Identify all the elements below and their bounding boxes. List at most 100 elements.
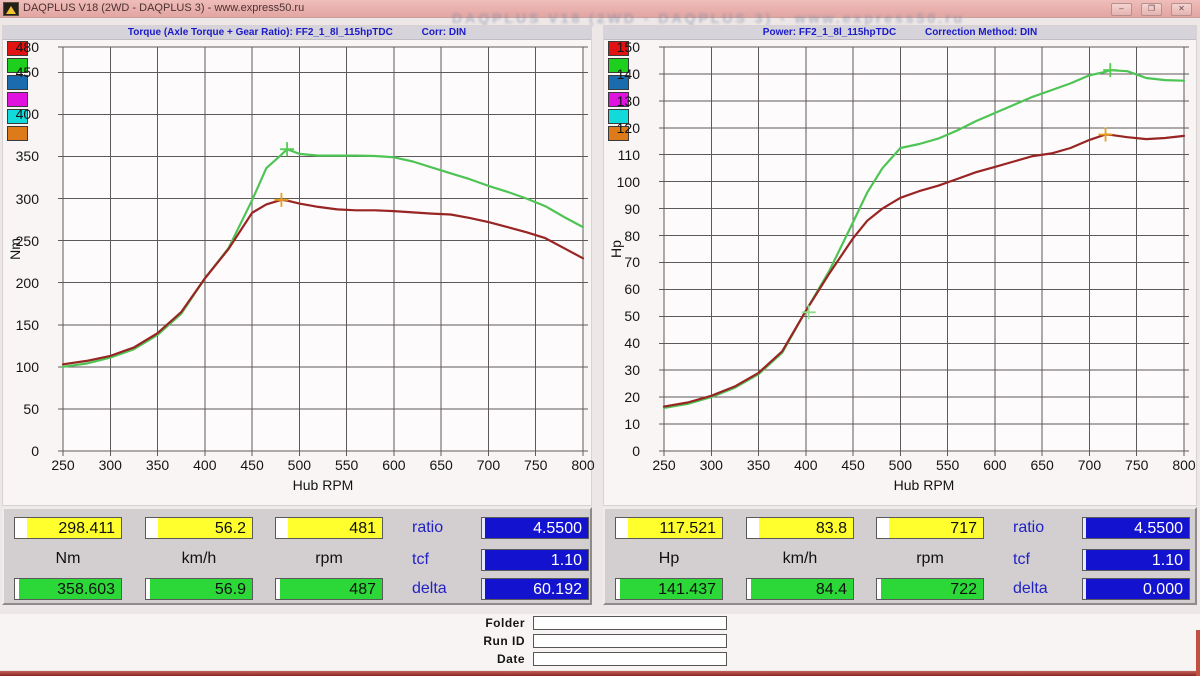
y-tick-label: 150 (604, 39, 654, 55)
x-tick-label: 650 (419, 457, 463, 473)
delta-label: delta (412, 578, 476, 600)
y-tick-label: 110 (604, 147, 654, 163)
y-tick-label: 300 (3, 191, 53, 207)
form-row-folder: Folder (0, 616, 1200, 631)
peak-value-km/h: 56.9 (145, 578, 253, 600)
cursor-value-rpm: 717 (876, 517, 984, 539)
minimize-button[interactable]: – (1111, 3, 1132, 16)
y-tick-label: 150 (3, 317, 53, 333)
power-chart-header: Power: FF2_1_8l_115hpTDC Correction Meth… (604, 26, 1196, 40)
x-tick-label: 800 (1162, 457, 1200, 473)
y-tick-label: 200 (3, 275, 53, 291)
x-tick-label: 700 (1067, 457, 1111, 473)
torque-chart-title: Torque (Axle Torque + Gear Ratio): FF2_1… (128, 27, 393, 38)
power-readout-panel: 117.521 83.8 717 Hp km/h rpm 141.437 84.4 722 rat… (603, 507, 1197, 605)
folder-input[interactable] (533, 616, 727, 630)
window-controls: – ❐ ✕ (1111, 3, 1192, 16)
peak-value-hp: 141.437 (615, 578, 723, 600)
cursor-value-km/h: 56.2 (145, 517, 253, 539)
x-tick-label: 500 (878, 457, 922, 473)
tcf-label: tcf (1013, 549, 1077, 571)
x-tick-label: 600 (973, 457, 1017, 473)
unit-label-hp: Hp (615, 549, 723, 569)
y-tick-label: 40 (604, 335, 654, 351)
x-tick-label: 450 (230, 457, 274, 473)
power-plot[interactable] (658, 41, 1190, 457)
ratio-label: ratio (1013, 517, 1077, 539)
run-id-label: Run ID (430, 634, 525, 648)
torque-chart-header: Torque (Axle Torque + Gear Ratio): FF2_1… (3, 26, 591, 40)
peak-value-rpm: 722 (876, 578, 984, 600)
x-tick-label: 550 (926, 457, 970, 473)
y-tick-label: 30 (604, 362, 654, 378)
cursor-value-km/h: 83.8 (746, 517, 854, 539)
torque-chart-panel: Torque (Axle Torque + Gear Ratio): FF2_1… (2, 25, 592, 506)
delta-value: 0.000 (1082, 578, 1190, 600)
date-input[interactable] (533, 652, 727, 666)
app-window: DAQPLUS V18 (2WD - DAQPLUS 3) - www.expr… (0, 0, 1200, 676)
y-tick-label: 120 (604, 120, 654, 136)
x-tick-label: 300 (88, 457, 132, 473)
restore-button[interactable]: ❐ (1141, 3, 1162, 16)
cursor-value-rpm: 481 (275, 517, 383, 539)
x-tick-label: 400 (183, 457, 227, 473)
delta-value: 60.192 (481, 578, 589, 600)
peak-value-km/h: 84.4 (746, 578, 854, 600)
folder-label: Folder (430, 616, 525, 630)
cursor-value-nm: 298.411 (14, 517, 122, 539)
y-tick-label: 100 (3, 359, 53, 375)
right-red-edge (1196, 630, 1200, 676)
y-tick-label: 60 (604, 281, 654, 297)
x-tick-label: 300 (689, 457, 733, 473)
ratio-label: ratio (412, 517, 476, 539)
torque-chart[interactable]: 0501001502002503003504004504802503003504… (3, 39, 591, 507)
y-tick-label: 400 (3, 106, 53, 122)
run-info-form: Folder Run ID Date (0, 614, 1200, 670)
peak-value-rpm: 487 (275, 578, 383, 600)
y-tick-label: 130 (604, 93, 654, 109)
x-tick-label: 550 (325, 457, 369, 473)
y-tick-label: 90 (604, 201, 654, 217)
x-tick-label: 250 (41, 457, 85, 473)
x-tick-label: 650 (1020, 457, 1064, 473)
form-row-date: Date (0, 652, 1200, 667)
x-tick-label: 750 (1115, 457, 1159, 473)
legend-swatch-3-icon[interactable] (7, 92, 28, 107)
x-tick-label: 750 (514, 457, 558, 473)
window-title: DAQPLUS V18 (2WD - DAQPLUS 3) - www.expr… (23, 2, 304, 14)
x-tick-label: 450 (831, 457, 875, 473)
power-chart-panel: Power: FF2_1_8l_115hpTDC Correction Meth… (603, 25, 1197, 506)
x-tick-label: 350 (136, 457, 180, 473)
date-label: Date (430, 652, 525, 666)
tcf-value: 1.10 (1082, 549, 1190, 571)
run-id-input[interactable] (533, 634, 727, 648)
unit-label-rpm: rpm (876, 549, 984, 569)
y-tick-label: 50 (3, 401, 53, 417)
tcf-value: 1.10 (481, 549, 589, 571)
unit-label-nm: Nm (14, 549, 122, 569)
torque-plot[interactable] (57, 41, 589, 457)
x-tick-label: 350 (737, 457, 781, 473)
y-tick-label: 480 (3, 39, 53, 55)
close-button[interactable]: ✕ (1171, 3, 1192, 16)
form-row-run-id: Run ID (0, 634, 1200, 649)
ratio-value: 4.5500 (1082, 517, 1190, 539)
y-tick-label: 50 (604, 308, 654, 324)
unit-label-km/h: km/h (145, 549, 253, 569)
y-axis-title: Nm (7, 229, 23, 269)
x-axis-title: Hub RPM (864, 477, 984, 493)
app-icon (3, 2, 19, 16)
legend-swatch-5-icon[interactable] (7, 126, 28, 141)
y-tick-label: 450 (3, 64, 53, 80)
y-tick-label: 20 (604, 389, 654, 405)
unit-label-km/h: km/h (746, 549, 854, 569)
torque-correction-label: Corr: DIN (422, 27, 466, 38)
x-tick-label: 600 (372, 457, 416, 473)
cursor-value-hp: 117.521 (615, 517, 723, 539)
y-tick-label: 100 (604, 174, 654, 190)
ratio-value: 4.5500 (481, 517, 589, 539)
peak-value-nm: 358.603 (14, 578, 122, 600)
power-chart[interactable]: 0102030405060708090100110120130140150250… (604, 39, 1196, 507)
x-tick-label: 400 (784, 457, 828, 473)
y-tick-label: 10 (604, 416, 654, 432)
